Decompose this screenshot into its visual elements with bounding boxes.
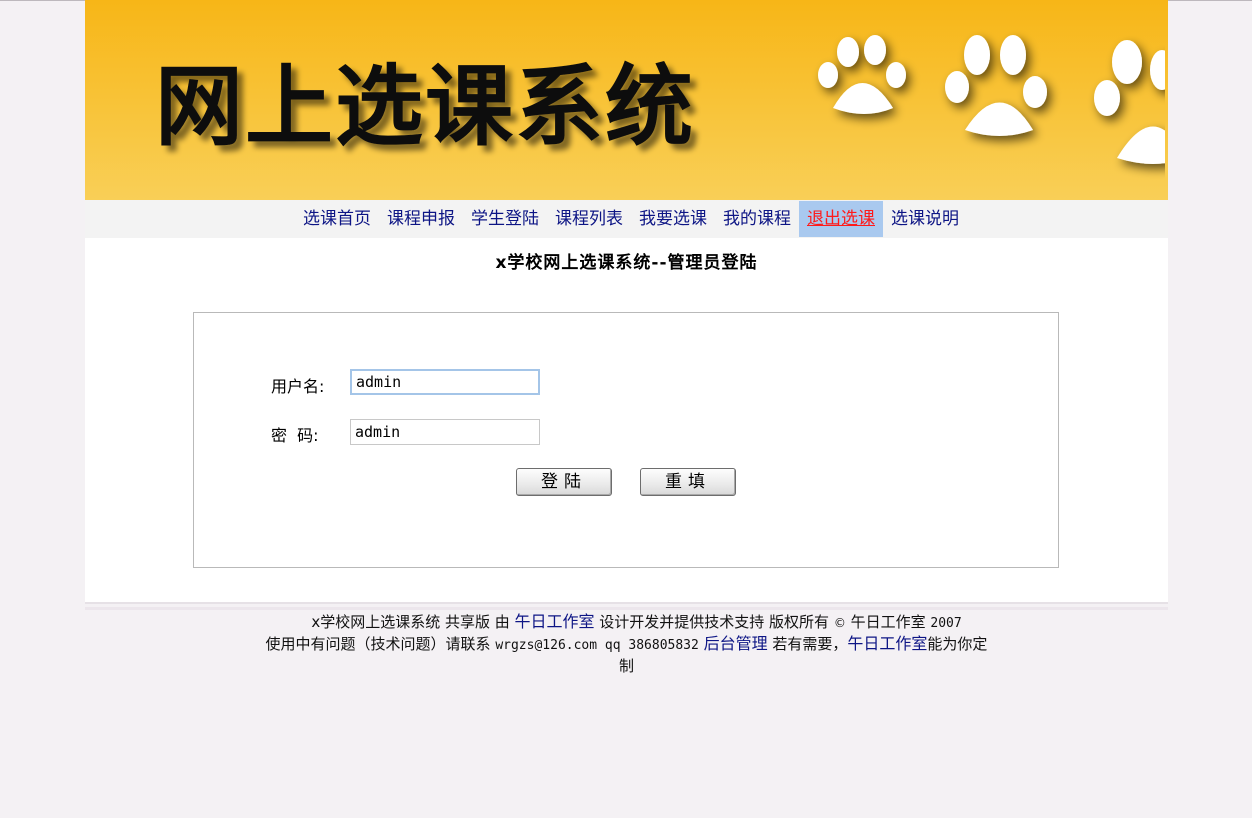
login-form: 用户名: 密 码: 登陆 重填 bbox=[193, 312, 1059, 568]
banner-title-graphic: 网上选课系统 bbox=[155, 54, 695, 158]
nav-item-course-apply[interactable]: 课程申报 bbox=[379, 201, 463, 237]
page-container: 网上选课系统 选课首页 课程申报 学生登陆 课程列表 我要选课 我的课程 退出选… bbox=[85, 0, 1168, 818]
nav-item-select-course[interactable]: 我要选课 bbox=[631, 201, 715, 237]
login-button[interactable]: 登陆 bbox=[516, 468, 612, 496]
nav-item-instructions[interactable]: 选课说明 bbox=[883, 201, 967, 237]
paw-icon bbox=[818, 35, 1168, 164]
nav-item-course-list[interactable]: 课程列表 bbox=[547, 201, 631, 237]
reset-button[interactable]: 重填 bbox=[640, 468, 736, 496]
svg-text:网上选课系统: 网上选课系统 bbox=[155, 54, 695, 158]
main-content: x学校网上选课系统--管理员登陆 用户名: 密 码: 登陆 重填 bbox=[85, 238, 1168, 602]
nav-item-student-login[interactable]: 学生登陆 bbox=[463, 201, 547, 237]
copyright-year: 2007 bbox=[930, 616, 962, 631]
footer-divider bbox=[85, 602, 1168, 604]
footer-line-2: 使用中有问题（技术问题）请联系 wrgzs@126.com qq 3868058… bbox=[85, 634, 1168, 656]
main-navigation: 选课首页 课程申报 学生登陆 课程列表 我要选课 我的课程 退出选课 选课说明 bbox=[85, 200, 1168, 238]
footer-text: 使用中有问题（技术问题）请联系 bbox=[265, 635, 496, 653]
footer: x学校网上选课系统 共享版 由 午日工作室 设计开发并提供技术支持 版权所有 ©… bbox=[85, 612, 1168, 676]
header-banner: 网上选课系统 bbox=[85, 0, 1168, 200]
nav-item-my-courses[interactable]: 我的课程 bbox=[715, 201, 799, 237]
nav-links: 选课首页 课程申报 学生登陆 课程列表 我要选课 我的课程 退出选课 选课说明 bbox=[295, 200, 967, 238]
password-label: 密 码: bbox=[271, 426, 319, 445]
admin-link[interactable]: 后台管理 bbox=[704, 634, 768, 653]
footer-text: 午日工作室 bbox=[845, 613, 931, 631]
footer-text: 设计开发并提供技术支持 版权所有 bbox=[594, 613, 834, 631]
username-label: 用户名: bbox=[271, 377, 325, 396]
contact-info: wrgzs@126.com qq 386805832 bbox=[495, 638, 699, 653]
nav-item-home[interactable]: 选课首页 bbox=[295, 201, 379, 237]
password-field[interactable] bbox=[350, 419, 540, 445]
nav-item-exit[interactable]: 退出选课 bbox=[799, 201, 883, 237]
footer-line-1: x学校网上选课系统 共享版 由 午日工作室 设计开发并提供技术支持 版权所有 ©… bbox=[85, 612, 1168, 634]
footer-divider-2 bbox=[85, 607, 1168, 610]
username-field[interactable] bbox=[350, 369, 540, 395]
banner-title-logo: 网上选课系统 bbox=[155, 42, 715, 162]
studio-link-2[interactable]: 午日工作室 bbox=[847, 634, 927, 653]
page-title: x学校网上选课系统--管理员登陆 bbox=[495, 253, 758, 273]
footer-text: x学校网上选课系统 共享版 由 bbox=[311, 613, 515, 631]
footer-text: 若有需要， bbox=[767, 635, 848, 653]
copyright-symbol: © bbox=[833, 616, 846, 630]
footer-text: 能为你定 bbox=[927, 635, 988, 653]
footer-line-3: 制 bbox=[618, 657, 634, 675]
paw-prints-decoration bbox=[715, 20, 1168, 180]
studio-link[interactable]: 午日工作室 bbox=[515, 612, 595, 631]
